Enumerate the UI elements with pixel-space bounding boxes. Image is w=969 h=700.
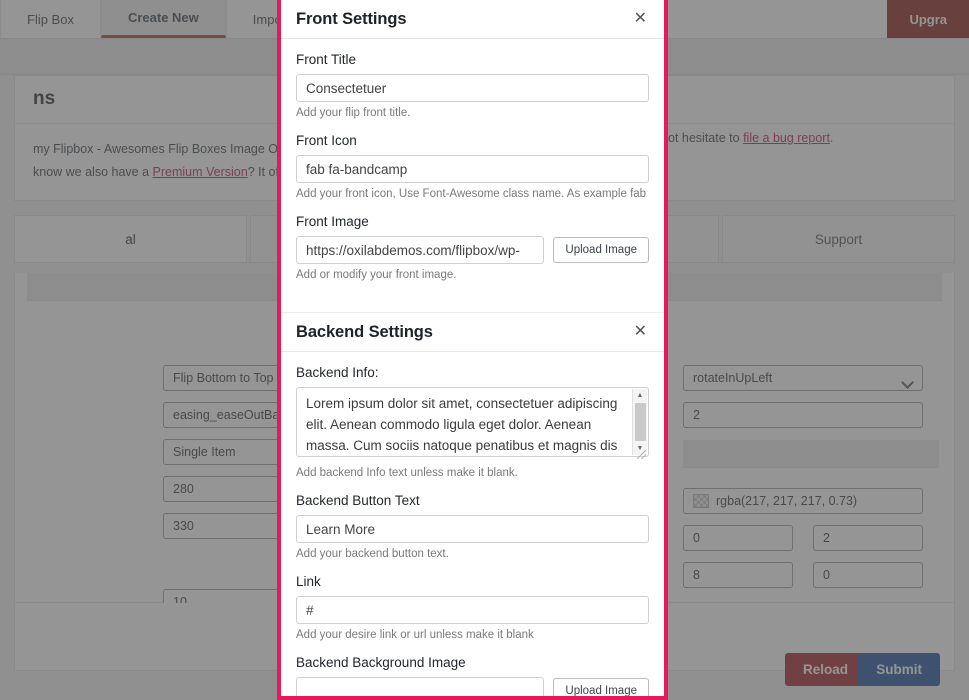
front-image-help: Add or modify your front image.	[296, 269, 457, 281]
front-title-label: Front Title	[296, 52, 357, 67]
textarea-resize-grip[interactable]	[637, 450, 646, 459]
front-icon-group: Front Icon Add your front icon, Use Font…	[296, 133, 649, 200]
backend-settings-header: Backend Settings ✕	[281, 313, 664, 352]
textarea-scrollbar[interactable]: ▲ ▼	[632, 389, 647, 455]
backend-settings-title: Backend Settings	[296, 322, 433, 341]
front-title-input[interactable]	[296, 74, 649, 102]
modal-section-divider	[281, 301, 664, 313]
scroll-up-icon[interactable]: ▲	[633, 389, 647, 402]
front-settings-body: Front Title Add your flip front title. F…	[281, 39, 664, 301]
front-image-upload-button[interactable]: Upload Image	[553, 237, 649, 263]
backend-bg-image-group: Backend Background Image Upload Image	[296, 655, 649, 696]
front-image-row: Upload Image	[296, 236, 649, 264]
front-image-input[interactable]	[296, 236, 545, 264]
backend-info-help: Add backend Info text unless make it bla…	[296, 467, 518, 479]
backend-button-text-label: Backend Button Text	[296, 493, 420, 508]
backend-bg-image-row: Upload Image	[296, 677, 649, 696]
backend-link-label: Link	[296, 574, 321, 589]
backend-link-help: Add your desire link or url unless make …	[296, 629, 534, 641]
front-icon-label: Front Icon	[296, 133, 357, 148]
close-icon[interactable]: ✕	[631, 7, 650, 31]
backend-bg-image-upload-button[interactable]: Upload Image	[553, 678, 649, 696]
front-icon-help: Add your front icon, Use Font-Awesome cl…	[296, 188, 649, 200]
front-image-group: Front Image Upload Image Add or modify y…	[296, 214, 649, 281]
backend-bg-image-input[interactable]	[296, 677, 545, 696]
backend-link-group: Link Add your desire link or url unless …	[296, 574, 649, 641]
backend-info-textarea-wrap: Lorem ipsum dolor sit amet, consectetuer…	[296, 387, 649, 462]
front-title-help: Add your flip front title.	[296, 107, 411, 119]
backend-link-input[interactable]	[296, 596, 649, 624]
scrollbar-thumb[interactable]	[634, 403, 646, 441]
backend-bg-image-label: Backend Background Image	[296, 655, 466, 670]
close-icon[interactable]: ✕	[631, 320, 650, 344]
front-icon-input[interactable]	[296, 155, 649, 183]
backend-button-text-input[interactable]	[296, 515, 649, 543]
front-settings-title: Front Settings	[296, 9, 407, 28]
backend-info-label: Backend Info:	[296, 365, 379, 380]
front-settings-header: Front Settings ✕	[281, 0, 664, 39]
backend-settings-body: Backend Info: Lorem ipsum dolor sit amet…	[281, 352, 664, 696]
backend-button-text-group: Backend Button Text Add your backend but…	[296, 493, 649, 560]
backend-info-textarea[interactable]: Lorem ipsum dolor sit amet, consectetuer…	[296, 387, 649, 457]
front-image-label: Front Image	[296, 214, 369, 229]
settings-modal: Front Settings ✕ Front Title Add your fl…	[277, 0, 668, 700]
backend-info-group: Backend Info: Lorem ipsum dolor sit amet…	[296, 365, 649, 479]
front-title-group: Front Title Add your flip front title.	[296, 52, 649, 119]
backend-button-text-help: Add your backend button text.	[296, 548, 449, 560]
